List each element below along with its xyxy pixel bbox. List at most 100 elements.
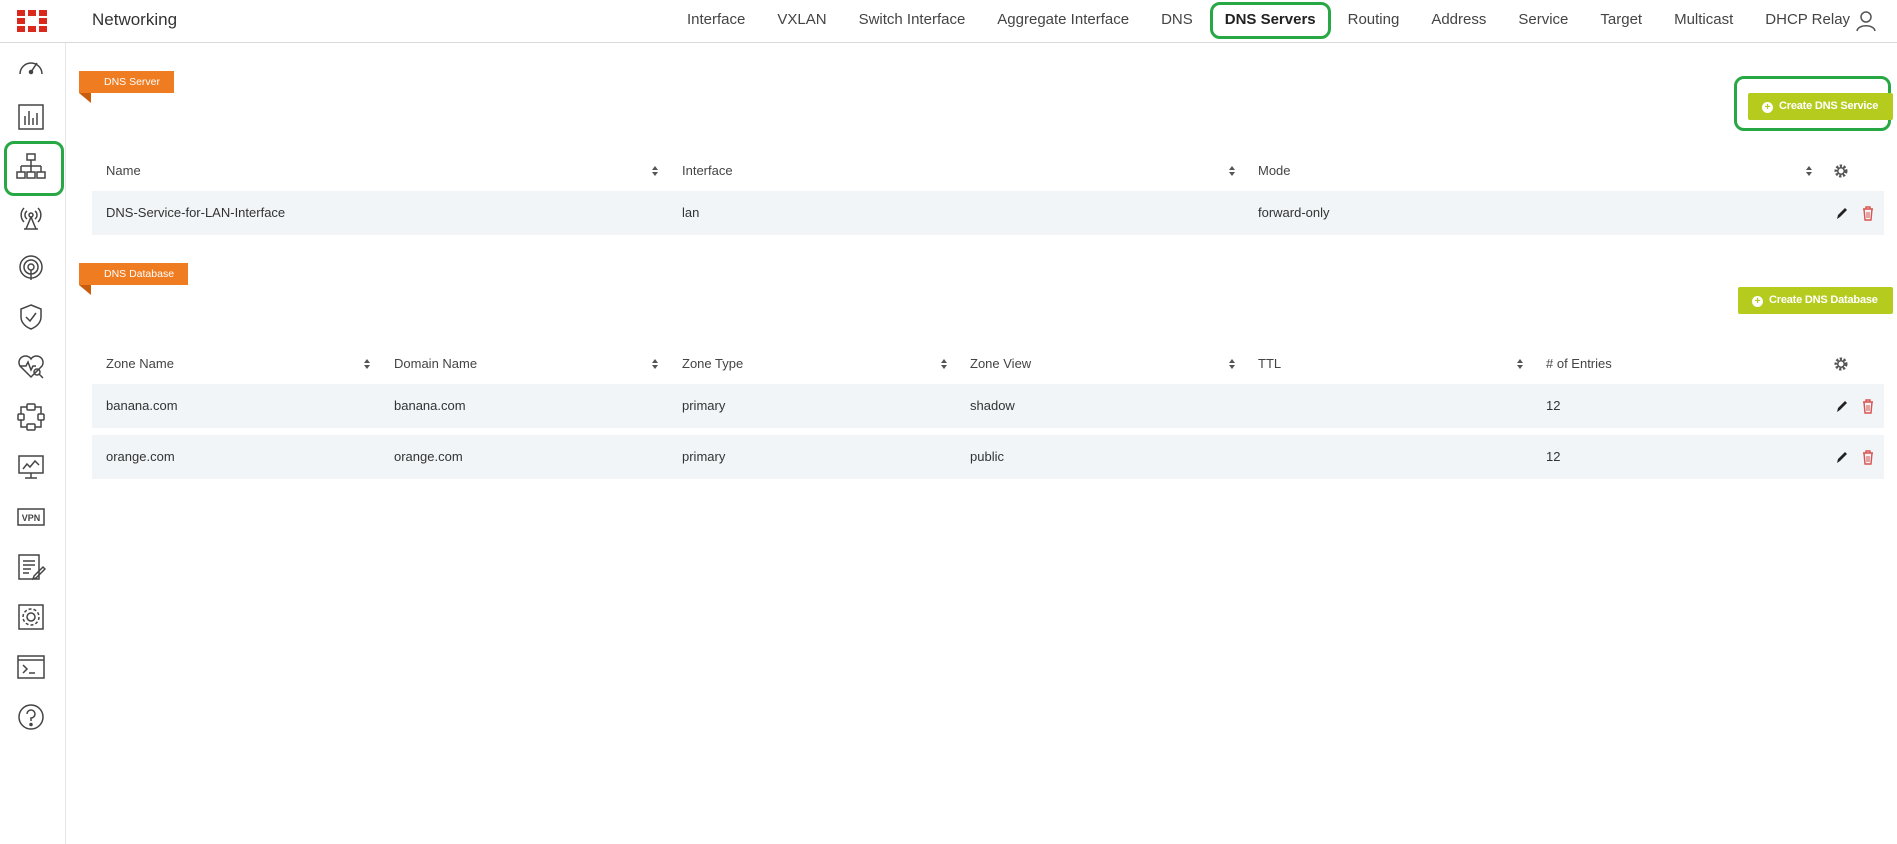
cell-entries: 12 [1546, 398, 1561, 413]
cell-mode: forward-only [1258, 205, 1330, 220]
delete-trash-icon[interactable] [1861, 398, 1875, 414]
cell-ttl [1244, 384, 1258, 428]
create-dns-service-button[interactable]: + Create DNS Service [1748, 93, 1894, 120]
cell-zone-view: shadow [970, 398, 1015, 413]
cell-zone-type: primary [682, 398, 726, 413]
health-check-icon [18, 355, 44, 379]
log-report-icon [18, 554, 46, 581]
column-header-interface: Interface [682, 163, 733, 178]
delete-trash-icon[interactable] [1861, 205, 1875, 221]
tab-dhcp-relay[interactable]: DHCP Relay [1749, 0, 1866, 42]
cell-name: DNS-Service-for-LAN-Interface [106, 205, 286, 220]
svg-text:VPN: VPN [22, 513, 41, 523]
table-row[interactable]: banana.com banana.com primary shadow 12 [92, 384, 1884, 428]
sort-icon[interactable] [651, 358, 659, 370]
dns-server-table: Name Interface Mode DNS-Service-for-LAN-… [92, 151, 1884, 242]
cell-zone-view: public [970, 449, 1004, 464]
tab-address[interactable]: Address [1415, 0, 1502, 42]
sidebar-item-cli[interactable] [8, 645, 54, 689]
table-header: Zone Name Domain Name Zone Type Zone Vie… [92, 344, 1884, 384]
column-header-entries: # of Entries [1546, 356, 1612, 371]
dns-server-section-tag: DNS Server [79, 71, 175, 103]
app-title: Networking [92, 10, 178, 29]
sort-icon[interactable] [651, 165, 659, 177]
sdwan-icon [17, 403, 45, 431]
plus-circle-icon: + [1752, 296, 1763, 307]
sidebar-item-signal[interactable] [8, 245, 54, 289]
edit-pencil-icon[interactable] [1835, 449, 1849, 465]
network-icon [16, 153, 46, 179]
column-header-zone-name: Zone Name [106, 356, 174, 371]
sidebar-item-security[interactable] [8, 295, 54, 339]
cell-domain-name: banana.com [394, 398, 466, 413]
column-header-zone-view: Zone View [970, 356, 1032, 371]
security-shield-icon [20, 304, 42, 330]
sidebar-item-health[interactable] [8, 345, 54, 389]
tab-aggregate-interface[interactable]: Aggregate Interface [981, 0, 1145, 42]
sort-icon[interactable] [1228, 358, 1236, 370]
sidebar-item-analytics[interactable] [8, 95, 54, 139]
dns-database-table: Zone Name Domain Name Zone Type Zone Vie… [92, 344, 1884, 486]
column-header-domain-name: Domain Name [394, 356, 478, 371]
sidebar-item-wireless[interactable] [8, 195, 54, 239]
edit-pencil-icon[interactable] [1835, 205, 1849, 221]
cell-zone-name: banana.com [106, 398, 178, 413]
tab-dns-servers[interactable]: DNS Servers [1209, 0, 1332, 42]
sidebar-item-log-report[interactable] [8, 545, 54, 589]
tab-vxlan[interactable]: VXLAN [761, 0, 842, 42]
column-settings-gear-icon[interactable] [1833, 356, 1849, 372]
tab-multicast[interactable]: Multicast [1658, 0, 1749, 42]
cell-interface: lan [682, 205, 700, 220]
column-settings-gear-icon[interactable] [1833, 163, 1849, 179]
top-bar: Networking Interface VXLAN Switch Interf… [0, 0, 1897, 43]
cell-domain-name: orange.com [394, 449, 463, 464]
create-dns-database-button[interactable]: + Create DNS Database [1738, 287, 1893, 314]
cli-console-icon [17, 655, 45, 679]
cell-zone-name: orange.com [106, 449, 175, 464]
dns-database-section-tag: DNS Database [79, 263, 189, 295]
table-header: Name Interface Mode [92, 151, 1884, 191]
sidebar-item-help[interactable] [8, 695, 54, 739]
tab-interface[interactable]: Interface [671, 0, 761, 42]
sidebar-item-monitor[interactable] [8, 445, 54, 489]
sidebar-item-system[interactable] [8, 595, 54, 639]
edit-pencil-icon[interactable] [1835, 398, 1849, 414]
system-settings-icon [18, 604, 44, 630]
nav-tabs: Interface VXLAN Switch Interface Aggrega… [671, 0, 1866, 42]
plus-circle-icon: + [1762, 102, 1773, 113]
wireless-icon [20, 207, 42, 230]
main-content: DNS Server + Create DNS Service Name Inte… [66, 43, 1897, 844]
sidebar-item-sdwan[interactable] [8, 395, 54, 439]
sort-icon[interactable] [1805, 165, 1813, 177]
vpn-icon: VPN [17, 508, 45, 526]
sidebar: VPN [0, 43, 66, 844]
column-header-zone-type: Zone Type [682, 356, 744, 371]
cell-zone-type: primary [682, 449, 726, 464]
sort-icon[interactable] [1228, 165, 1236, 177]
user-icon[interactable] [1855, 10, 1877, 32]
tab-service[interactable]: Service [1502, 0, 1584, 42]
cell-ttl [1244, 435, 1258, 479]
fortinet-logo[interactable] [17, 10, 47, 32]
column-header-name: Name [106, 163, 141, 178]
dashboard-icon [19, 62, 43, 75]
tab-target[interactable]: Target [1584, 0, 1658, 42]
sort-icon[interactable] [940, 358, 948, 370]
table-row[interactable]: orange.com orange.com primary public 12 [92, 435, 1884, 479]
signal-icon [19, 255, 43, 280]
tab-dns[interactable]: DNS [1145, 0, 1209, 42]
delete-trash-icon[interactable] [1861, 449, 1875, 465]
cell-entries: 12 [1546, 449, 1561, 464]
tab-routing[interactable]: Routing [1332, 0, 1416, 42]
help-icon [18, 704, 44, 730]
table-row[interactable]: DNS-Service-for-LAN-Interface lan forwar… [92, 191, 1884, 235]
sidebar-item-dashboard[interactable] [8, 45, 54, 89]
sort-icon[interactable] [1516, 358, 1524, 370]
tab-switch-interface[interactable]: Switch Interface [843, 0, 982, 42]
chart-icon [18, 104, 44, 130]
column-header-ttl: TTL [1258, 356, 1282, 371]
column-header-mode: Mode [1258, 163, 1291, 178]
sort-icon[interactable] [363, 358, 371, 370]
sidebar-item-vpn[interactable]: VPN [8, 495, 54, 539]
sidebar-item-network[interactable] [4, 141, 64, 196]
